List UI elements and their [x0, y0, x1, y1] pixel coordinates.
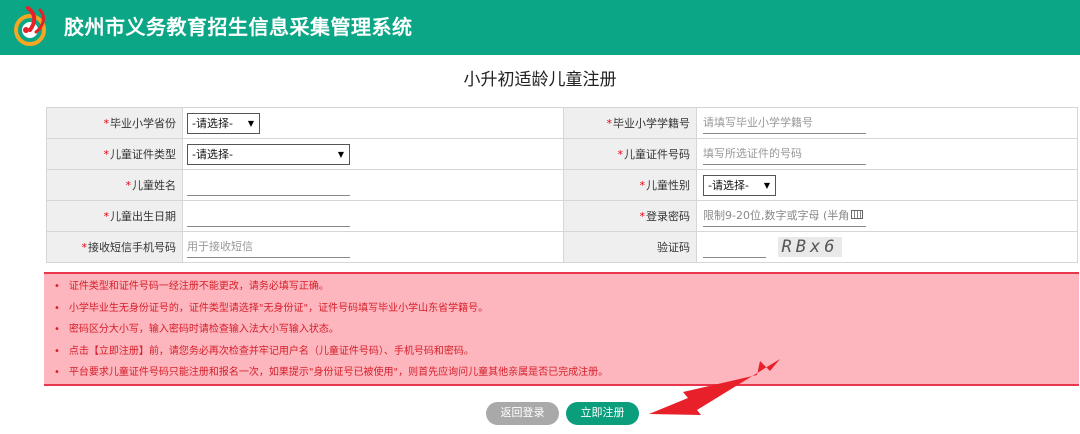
gender-cell: -请选择- ▼ [696, 169, 1078, 201]
register-now-button[interactable]: 立即注册 [566, 402, 639, 425]
id-type-select[interactable]: -请选择- ▼ [187, 143, 350, 165]
registration-form: *毕业小学省份 -请选择- ▼ *毕业小学学籍号 请填写毕业小学学籍号 *儿童证件… [46, 107, 1078, 263]
school-emblem-icon [14, 6, 46, 46]
app-header: 胶州市义务教育招生信息采集管理系统 [0, 0, 1080, 55]
captcha-cell: RBx6 [696, 231, 1078, 263]
id-type-cell: -请选择- ▼ [182, 138, 564, 170]
list-item: • 平台要求儿童证件号码只能注册和报名一次，如果提示"身份证号已被使用"，则首先应… [54, 367, 609, 378]
keyboard-icon[interactable] [851, 210, 864, 219]
gender-select[interactable]: -请选择- ▼ [703, 174, 776, 196]
password-cell: 限制9-20位,数字或字母 (半角 [696, 200, 1078, 232]
id-type-label: *儿童证件类型 [46, 138, 183, 170]
phone-input[interactable]: 用于接收短信 [187, 237, 350, 258]
password-label: *登录密码 [563, 200, 697, 232]
province-select[interactable]: -请选择- ▼ [187, 112, 260, 134]
province-cell: -请选择- ▼ [182, 107, 564, 139]
list-item: • 证件类型和证件号码一经注册不能更改，请务必填写正确。 [54, 281, 329, 292]
notice-list: • 证件类型和证件号码一经注册不能更改，请务必填写正确。 • 小学毕业生无身份证号的… [44, 276, 1079, 384]
form-row: *儿童出生日期 *登录密码 限制9-20位,数字或字母 (半角 [46, 200, 1078, 232]
page-title: 小升初适龄儿童注册 [463, 70, 617, 90]
list-item: • 点击【立即注册】前，请您务必再次检查并牢记用户名（儿童证件号码）、手机号码和密… [54, 345, 474, 357]
phone-cell: 用于接收短信 [182, 231, 564, 263]
student-no-input[interactable]: 请填写毕业小学学籍号 [703, 113, 866, 134]
form-row: *接收短信手机号码 用于接收短信 验证码 RBx6 [46, 231, 1078, 263]
id-no-label: *儿童证件号码 [563, 138, 697, 170]
child-name-cell [182, 169, 564, 201]
child-name-input[interactable] [187, 175, 350, 196]
form-row: *儿童证件类型 -请选择- ▼ *儿童证件号码 填写所选证件的号码 [46, 138, 1078, 170]
list-item: • 密码区分大小写，输入密码时请检查输入法大小写输入状态。 [54, 324, 339, 335]
captcha-input[interactable] [703, 237, 766, 258]
dropdown-arrow-icon: ▼ [337, 149, 344, 159]
captcha-label: 验证码 [563, 231, 697, 263]
birth-date-input[interactable] [187, 206, 350, 227]
captcha-image[interactable]: RBx6 [777, 237, 842, 257]
child-name-label: *儿童姓名 [46, 169, 183, 201]
password-input[interactable]: 限制9-20位,数字或字母 (半角 [703, 206, 866, 227]
birth-date-cell [182, 200, 564, 232]
gender-label: *儿童性别 [563, 169, 697, 201]
id-no-input[interactable]: 填写所选证件的号码 [703, 144, 866, 165]
system-title: 胶州市义务教育招生信息采集管理系统 [64, 15, 413, 39]
province-label: *毕业小学省份 [46, 107, 183, 139]
list-item: • 小学毕业生无身份证号的，证件类型请选择"无身份证"，证件号码填写毕业小学山东省… [54, 302, 489, 314]
student-no-label: *毕业小学学籍号 [563, 107, 697, 139]
form-row: *儿童姓名 *儿童性别 -请选择- ▼ [46, 169, 1078, 201]
id-no-cell: 填写所选证件的号码 [696, 138, 1078, 170]
form-row: *毕业小学省份 -请选择- ▼ *毕业小学学籍号 请填写毕业小学学籍号 [46, 107, 1078, 139]
student-no-cell: 请填写毕业小学学籍号 [696, 107, 1078, 139]
notice-panel: • 证件类型和证件号码一经注册不能更改，请务必填写正确。 • 小学毕业生无身份证号的… [44, 272, 1079, 386]
back-to-login-button[interactable]: 返回登录 [486, 402, 559, 425]
dropdown-arrow-icon: ▼ [247, 118, 254, 128]
phone-label: *接收短信手机号码 [46, 231, 183, 263]
birth-date-label: *儿童出生日期 [46, 200, 183, 232]
dropdown-arrow-icon: ▼ [763, 180, 770, 190]
